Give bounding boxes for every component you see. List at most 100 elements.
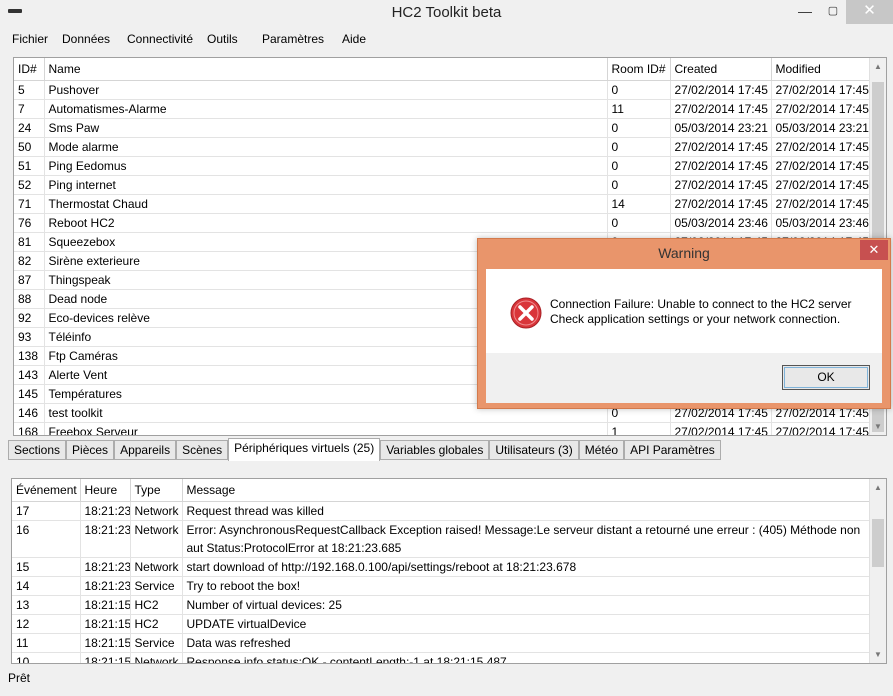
dialog-title: Warning <box>658 245 710 261</box>
log-cell: 11 <box>12 633 81 653</box>
column-header[interactable]: Name <box>44 58 608 81</box>
log-cell: Try to reboot the box! <box>182 576 871 596</box>
column-header[interactable]: Événement <box>12 479 81 502</box>
log-cell: Network <box>130 501 183 521</box>
column-header[interactable]: Message <box>182 479 871 502</box>
table-cell: 81 <box>14 232 45 252</box>
menu-donnees[interactable]: Données <box>62 32 110 46</box>
table-cell: 76 <box>14 213 45 233</box>
table-cell: 0 <box>607 156 671 176</box>
table-cell: Freebox Serveur <box>44 422 608 435</box>
table-cell: 27/02/2014 17:45 <box>771 80 871 100</box>
table-row[interactable]: 7 Automatismes-Alarme 11 27/02/2014 17:45 27… <box>14 99 871 119</box>
menu-bar: Fichier Données Connectivité Outils Para… <box>0 28 893 50</box>
scroll-down-icon[interactable]: ▼ <box>870 418 886 435</box>
log-cell: Network <box>130 557 183 577</box>
table-row[interactable]: 71 Thermostat Chaud 14 27/02/2014 17:45 27/0… <box>14 194 871 214</box>
event-log-table[interactable]: Événement Heure Type Message 17 18:21:23 Netw… <box>11 478 887 664</box>
dialog-close-button[interactable]: ✕ <box>860 240 888 260</box>
tab-p-riph-riques-virtuels-25[interactable]: Périphériques virtuels (25) <box>228 438 381 461</box>
tab-api-param-tres[interactable]: API Paramètres <box>624 440 721 460</box>
log-cell: Service <box>130 633 183 653</box>
table-cell: Ping Eedomus <box>44 156 608 176</box>
log-row[interactable]: 15 18:21:23 Network start download of http:… <box>12 557 871 577</box>
table-cell: 27/02/2014 17:45 <box>771 194 871 214</box>
table-row[interactable]: 5 Pushover 0 27/02/2014 17:45 27/02/2014 17:… <box>14 80 871 100</box>
table-cell: 27/02/2014 17:45 <box>670 137 772 157</box>
table-cell: 93 <box>14 327 45 347</box>
log-cell: 18:21:23 <box>80 501 131 521</box>
tab-variables-globales[interactable]: Variables globales <box>380 440 490 460</box>
scrollbar-thumb[interactable] <box>872 519 884 567</box>
table-cell: 50 <box>14 137 45 157</box>
table-cell: 27/02/2014 17:45 <box>670 156 772 176</box>
log-row[interactable]: 17 18:21:23 Network Request thread was kill… <box>12 501 871 521</box>
ok-button[interactable]: OK <box>782 365 870 390</box>
log-row[interactable]: 16 18:21:23 Network Error: AsynchronousRequ… <box>12 520 871 558</box>
table-cell: 145 <box>14 384 45 404</box>
window-title: HC2 Toolkit beta <box>391 4 502 21</box>
log-cell: Response info status:OK - contentLength:… <box>182 652 871 663</box>
column-header[interactable]: Heure <box>80 479 131 502</box>
tab-sc-nes[interactable]: Scènes <box>176 440 229 460</box>
log-cell: 18:21:15 <box>80 652 131 663</box>
menu-parametres[interactable]: Paramètres <box>262 32 324 46</box>
maximize-button[interactable]: ▢ <box>818 0 848 24</box>
table-cell: 24 <box>14 118 45 138</box>
column-header[interactable]: Modified <box>771 58 871 81</box>
log-cell: Service <box>130 576 183 596</box>
status-bar: Prêt <box>0 666 893 696</box>
log-cell: HC2 <box>130 595 183 615</box>
table-cell: 14 <box>607 194 671 214</box>
log-row[interactable]: 14 18:21:23 Service Try to reboot the box! <box>12 576 871 596</box>
scroll-down-icon[interactable]: ▼ <box>870 646 886 663</box>
log-cell: 18:21:23 <box>80 557 131 577</box>
close-button[interactable]: ✕ <box>846 0 893 24</box>
log-cell: 18:21:23 <box>80 576 131 596</box>
column-header[interactable]: Created <box>670 58 772 81</box>
table-cell: 5 <box>14 80 45 100</box>
table-cell: 27/02/2014 17:45 <box>771 175 871 195</box>
error-icon <box>510 297 542 329</box>
log-cell: 14 <box>12 576 81 596</box>
log-cell: 18:21:15 <box>80 633 131 653</box>
tab-sections[interactable]: Sections <box>8 440 67 460</box>
table-cell: 0 <box>607 118 671 138</box>
table-row[interactable]: 51 Ping Eedomus 0 27/02/2014 17:45 27/02/201… <box>14 156 871 176</box>
minimize-button[interactable]: — <box>790 0 820 24</box>
table-cell: 05/03/2014 23:46 <box>771 213 871 233</box>
tab-m-t-o[interactable]: Météo <box>578 440 625 460</box>
menu-connectivite[interactable]: Connectivité <box>127 32 193 46</box>
column-header[interactable]: Room ID# <box>607 58 671 81</box>
tab-utilisateurs-3[interactable]: Utilisateurs (3) <box>489 440 579 460</box>
log-row[interactable]: 11 18:21:15 Service Data was refreshed <box>12 633 871 653</box>
table-row[interactable]: 76 Reboot HC2 0 05/03/2014 23:46 05/03/2014 … <box>14 213 871 233</box>
tab-appareils[interactable]: Appareils <box>114 440 177 460</box>
column-header[interactable]: Type <box>130 479 183 502</box>
scroll-up-icon[interactable]: ▲ <box>870 58 886 75</box>
table-cell: Thermostat Chaud <box>44 194 608 214</box>
table-cell: 05/03/2014 23:21 <box>771 118 871 138</box>
table-cell: 27/02/2014 17:45 <box>670 422 772 435</box>
log-row[interactable]: 13 18:21:15 HC2 Number of virtual devices: … <box>12 595 871 615</box>
table-row[interactable]: 168 Freebox Serveur 1 27/02/2014 17:45 27/02… <box>14 422 871 435</box>
table-cell: 0 <box>607 175 671 195</box>
log-row[interactable]: 10 18:21:15 Network Response info status:OK… <box>12 652 871 663</box>
column-header[interactable]: ID# <box>14 58 45 81</box>
log-row[interactable]: 12 18:21:15 HC2 UPDATE virtualDevice <box>12 614 871 634</box>
dialog-message-line: Connection Failure: Unable to connect to… <box>550 297 852 311</box>
table-cell: 0 <box>607 80 671 100</box>
table-row[interactable]: 50 Mode alarme 0 27/02/2014 17:45 27/02/2014… <box>14 137 871 157</box>
status-text: Prêt <box>8 671 31 685</box>
menu-aide[interactable]: Aide <box>342 32 366 46</box>
menu-outils[interactable]: Outils <box>207 32 238 46</box>
menu-fichier[interactable]: Fichier <box>12 32 48 46</box>
table-cell: 27/02/2014 17:45 <box>670 99 772 119</box>
table-row[interactable]: 52 Ping internet 0 27/02/2014 17:45 27/02/20… <box>14 175 871 195</box>
table-row[interactable]: 24 Sms Paw 0 05/03/2014 23:21 05/03/2014 23:… <box>14 118 871 138</box>
table-cell: 05/03/2014 23:46 <box>670 213 772 233</box>
log-vertical-scrollbar[interactable]: ▲ ▼ <box>869 479 886 663</box>
log-cell: 10 <box>12 652 81 663</box>
scroll-up-icon[interactable]: ▲ <box>870 479 886 496</box>
tab-pi-ces[interactable]: Pièces <box>66 440 115 460</box>
